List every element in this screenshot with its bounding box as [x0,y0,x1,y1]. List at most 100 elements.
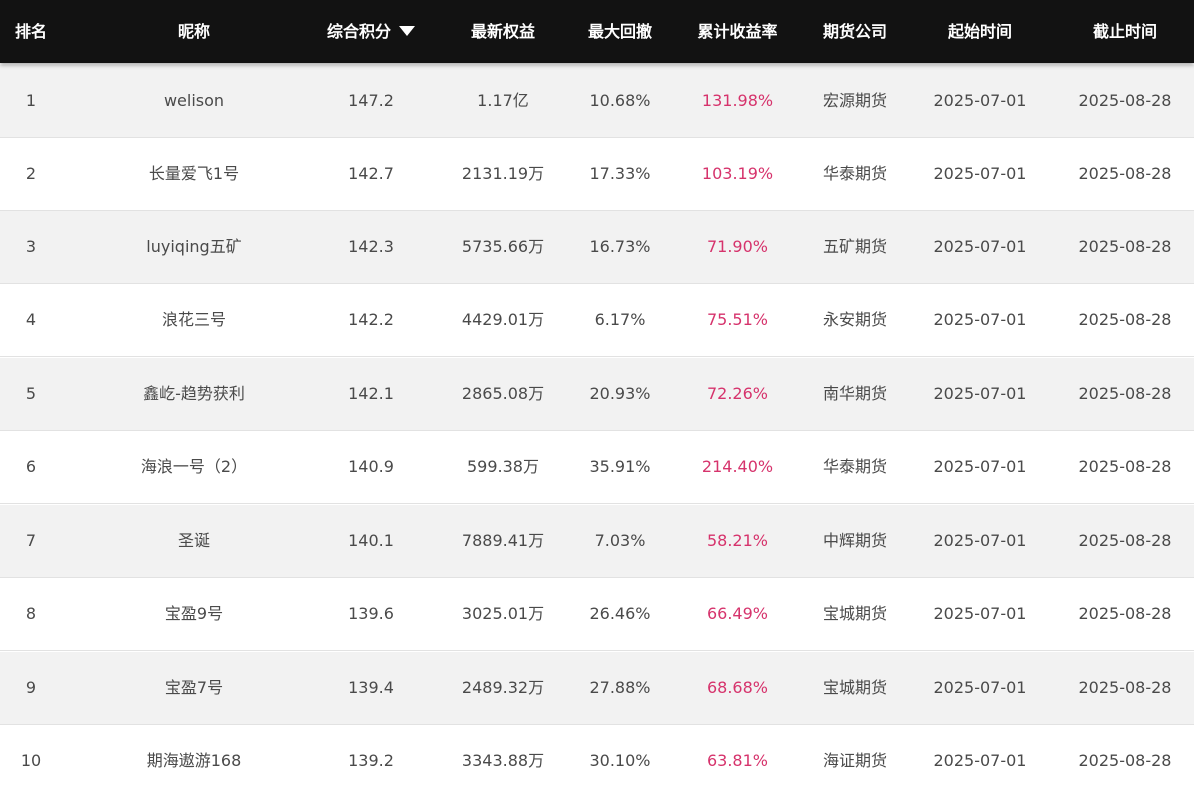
max-drawdown-cell: 10.68% [589,91,651,110]
futures-company-cell: 南华期货 [822,384,887,403]
column-header-futures-company[interactable]: 期货公司 [800,0,910,63]
column-header-start-time[interactable]: 起始时间 [915,0,1045,63]
table-row[interactable]: 10 期海遨游168 139.2 3343.88万 30.10% 63.81% … [0,725,1194,795]
table-row[interactable]: 1 welison 147.2 1.17亿 10.68% 131.98% 宏源期… [0,65,1194,138]
cum-return-cell: 72.26% [706,384,768,403]
caret-down-icon[interactable] [399,25,415,36]
nickname-cell[interactable]: 浪花三号 [84,284,304,356]
column-header-equity[interactable]: 最新权益 [443,0,563,63]
table-row[interactable]: 9 宝盈7号 139.4 2489.32万 27.88% 68.68% 宝城期货… [0,652,1194,725]
max-drawdown-cell: 6.17% [594,310,646,329]
end-time-cell: 2025-08-28 [1078,237,1172,256]
table-row[interactable]: 4 浪花三号 142.2 4429.01万 6.17% 75.51% 永安期货 … [0,284,1194,357]
score-cell: 147.2 [348,91,394,110]
nickname-cell[interactable]: 宝盈7号 [84,652,304,724]
column-header-cum-return[interactable]: 累计收益率 [680,0,795,63]
equity-cell: 2131.19万 [461,164,545,183]
end-time-cell: 2025-08-28 [1078,531,1172,550]
equity-cell: 3025.01万 [461,604,545,623]
futures-company-cell: 海证期货 [822,751,887,770]
start-time-cell: 2025-07-01 [933,457,1027,476]
futures-company-cell: 宏源期货 [822,91,887,110]
futures-company-cell: 华泰期货 [822,457,887,476]
cum-return-cell: 71.90% [706,237,768,256]
cum-return-cell: 75.51% [706,310,768,329]
table-row[interactable]: 3 luyiqing五矿 142.3 5735.66万 16.73% 71.90… [0,211,1194,284]
column-header-end-time[interactable]: 截止时间 [1060,0,1190,63]
futures-company-cell: 五矿期货 [822,237,887,256]
column-header-nickname[interactable]: 昵称 [84,0,304,63]
futures-company-cell: 永安期货 [822,310,887,329]
cum-return-cell: 68.68% [706,678,768,697]
nickname-cell[interactable]: 海浪一号（2） [84,431,304,503]
start-time-cell: 2025-07-01 [933,678,1027,697]
column-header-rank[interactable]: 排名 [0,0,62,63]
table-row[interactable]: 6 海浪一号（2） 140.9 599.38万 35.91% 214.40% 华… [0,431,1194,504]
end-time-cell: 2025-08-28 [1078,310,1172,329]
start-time-cell: 2025-07-01 [933,384,1027,403]
rank-cell: 10 [20,751,42,770]
equity-cell: 5735.66万 [461,237,545,256]
start-time-cell: 2025-07-01 [933,237,1027,256]
end-time-cell: 2025-08-28 [1078,384,1172,403]
max-drawdown-cell: 30.10% [589,751,651,770]
nickname-cell[interactable]: 期海遨游168 [84,725,304,795]
end-time-cell: 2025-08-28 [1078,91,1172,110]
max-drawdown-cell: 7.03% [594,531,646,550]
end-time-cell: 2025-08-28 [1078,457,1172,476]
rank-cell: 9 [25,678,37,697]
rank-cell: 8 [25,604,37,623]
max-drawdown-cell: 35.91% [589,457,651,476]
nickname-cell[interactable]: luyiqing五矿 [84,211,304,283]
nickname-cell[interactable]: 宝盈9号 [84,578,304,650]
table-header: 排名 昵称 综合积分 最新权益 最大回撤 累计收益率 期货公司 起始时间 截止时… [0,0,1194,63]
max-drawdown-cell: 20.93% [589,384,651,403]
futures-company-cell: 华泰期货 [822,164,887,183]
score-cell: 139.4 [348,678,394,697]
start-time-cell: 2025-07-01 [933,531,1027,550]
end-time-cell: 2025-08-28 [1078,678,1172,697]
max-drawdown-cell: 26.46% [589,604,651,623]
cum-return-cell: 103.19% [701,164,774,183]
equity-cell: 2489.32万 [461,678,545,697]
score-cell: 142.7 [348,164,394,183]
nickname-cell[interactable]: 鑫屹-趋势获利 [84,358,304,430]
table-row[interactable]: 5 鑫屹-趋势获利 142.1 2865.08万 20.93% 72.26% 南… [0,358,1194,431]
start-time-cell: 2025-07-01 [933,604,1027,623]
column-header-score[interactable]: 综合积分 [316,0,426,63]
futures-company-cell: 中辉期货 [822,531,887,550]
score-cell: 140.1 [348,531,394,550]
column-header-cum-return-label: 累计收益率 [697,22,778,41]
rank-cell: 1 [25,91,37,110]
equity-cell: 1.17亿 [477,91,529,110]
equity-cell: 4429.01万 [461,310,545,329]
nickname-cell[interactable]: 长量爱飞1号 [84,138,304,210]
score-cell: 139.6 [348,604,394,623]
max-drawdown-cell: 27.88% [589,678,651,697]
column-header-equity-label: 最新权益 [470,22,535,41]
column-header-end-time-label: 截止时间 [1092,22,1157,41]
column-header-rank-label: 排名 [14,22,47,41]
cum-return-cell: 58.21% [706,531,768,550]
nickname-cell[interactable]: welison [84,65,304,137]
ranking-table: 排名 昵称 综合积分 最新权益 最大回撤 累计收益率 期货公司 起始时间 截止时… [0,0,1194,795]
column-header-futures-company-label: 期货公司 [822,22,887,41]
score-cell: 142.2 [348,310,394,329]
futures-company-cell: 宝城期货 [822,678,887,697]
equity-cell: 7889.41万 [461,531,545,550]
max-drawdown-cell: 16.73% [589,237,651,256]
column-header-max-drawdown-label: 最大回撤 [587,22,652,41]
table-row[interactable]: 2 长量爱飞1号 142.7 2131.19万 17.33% 103.19% 华… [0,138,1194,211]
column-header-nickname-label: 昵称 [177,22,210,41]
equity-cell: 3343.88万 [461,751,545,770]
equity-cell: 2865.08万 [461,384,545,403]
start-time-cell: 2025-07-01 [933,164,1027,183]
column-header-start-time-label: 起始时间 [947,22,1012,41]
nickname-cell[interactable]: 圣诞 [84,505,304,577]
column-header-max-drawdown[interactable]: 最大回撤 [570,0,670,63]
rank-cell: 6 [25,457,37,476]
score-cell: 142.3 [348,237,394,256]
rank-cell: 7 [25,531,37,550]
table-row[interactable]: 7 圣诞 140.1 7889.41万 7.03% 58.21% 中辉期货 20… [0,505,1194,578]
table-row[interactable]: 8 宝盈9号 139.6 3025.01万 26.46% 66.49% 宝城期货… [0,578,1194,651]
